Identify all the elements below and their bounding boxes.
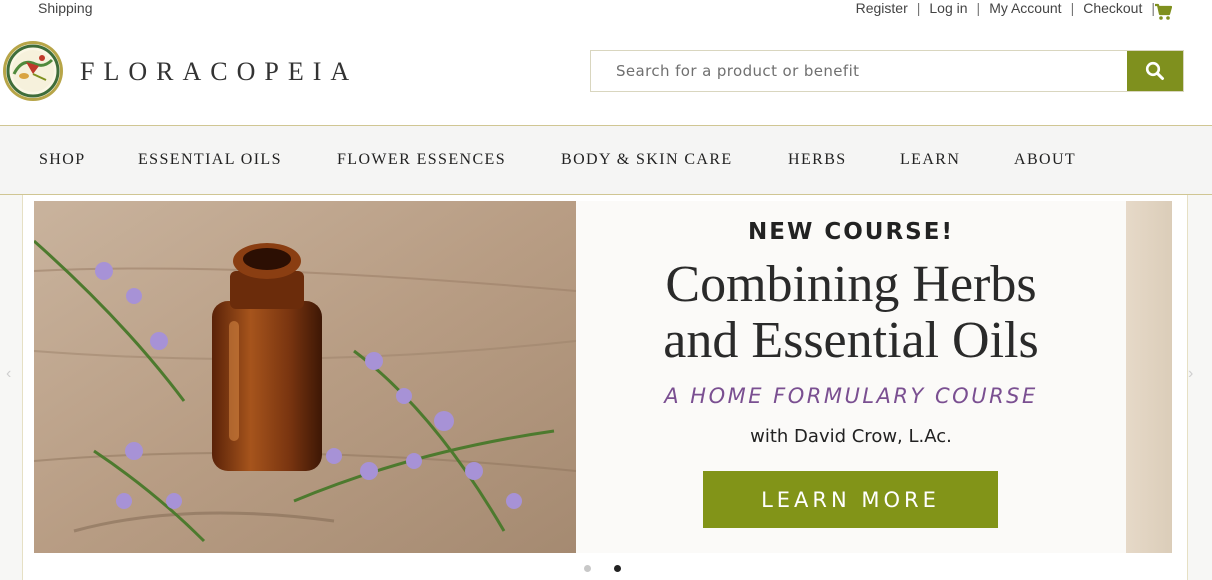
- slide-headline-line-1: Combining Herbs: [665, 256, 1037, 313]
- slider-dot-1[interactable]: [584, 565, 591, 572]
- nav-item-shop[interactable]: SHOP: [39, 151, 86, 169]
- slide-kicker: NEW COURSE!: [748, 219, 954, 245]
- separator: |: [916, 0, 921, 16]
- next-arrow-icon[interactable]: ›: [1188, 365, 1193, 383]
- nav-item-learn[interactable]: LEARN: [900, 151, 960, 169]
- slider-dots: [584, 565, 621, 572]
- nav-item-flower-essences[interactable]: FLOWER ESSENCES: [337, 151, 506, 169]
- login-link[interactable]: Log in: [929, 0, 967, 16]
- nav-item-body-skin-care[interactable]: BODY & SKIN CARE: [561, 151, 733, 169]
- register-link[interactable]: Register: [856, 0, 908, 16]
- shipping-link[interactable]: Shipping: [38, 0, 93, 16]
- essential-oil-bottle-image: [34, 201, 576, 553]
- brand-name[interactable]: FLORACOPEIA: [80, 57, 358, 87]
- account-links: Register | Log in | My Account | Checkou…: [856, 0, 1164, 16]
- hero-slide[interactable]: NEW COURSE! Combining Herbs and Essentia…: [34, 201, 1172, 553]
- separator: |: [976, 0, 981, 16]
- slide-text-panel: NEW COURSE! Combining Herbs and Essentia…: [576, 201, 1126, 553]
- checkout-link[interactable]: Checkout: [1083, 0, 1142, 16]
- nav-item-essential-oils[interactable]: ESSENTIAL OILS: [138, 151, 282, 169]
- my-account-link[interactable]: My Account: [989, 0, 1061, 16]
- prev-arrow-icon[interactable]: ‹: [6, 365, 11, 383]
- slide-headline: Combining Herbs and Essential Oils: [576, 257, 1126, 369]
- slide-byline: with David Crow, L.Ac.: [750, 426, 952, 447]
- slider-dot-2[interactable]: [614, 565, 621, 572]
- slide-subline: A HOME FORMULARY COURSE: [664, 384, 1038, 408]
- hummingbird-logo[interactable]: [2, 40, 64, 102]
- search-icon: [1145, 61, 1164, 80]
- shopping-cart-icon[interactable]: [1154, 3, 1172, 21]
- nav-item-herbs[interactable]: HERBS: [788, 151, 847, 169]
- slide-edge-image: [1126, 201, 1172, 553]
- top-utility-bar: Shipping Register | Log in | My Account …: [0, 0, 1212, 24]
- slide-headline-line-2: and Essential Oils: [663, 312, 1039, 369]
- search-button[interactable]: [1127, 51, 1183, 91]
- learn-more-button[interactable]: LEARN MORE: [703, 471, 998, 528]
- search-bar: [590, 50, 1184, 92]
- separator: |: [1070, 0, 1075, 16]
- search-input[interactable]: [591, 51, 1127, 91]
- main-navigation: SHOP ESSENTIAL OILS FLOWER ESSENCES BODY…: [0, 125, 1212, 195]
- nav-item-about[interactable]: ABOUT: [1014, 151, 1076, 169]
